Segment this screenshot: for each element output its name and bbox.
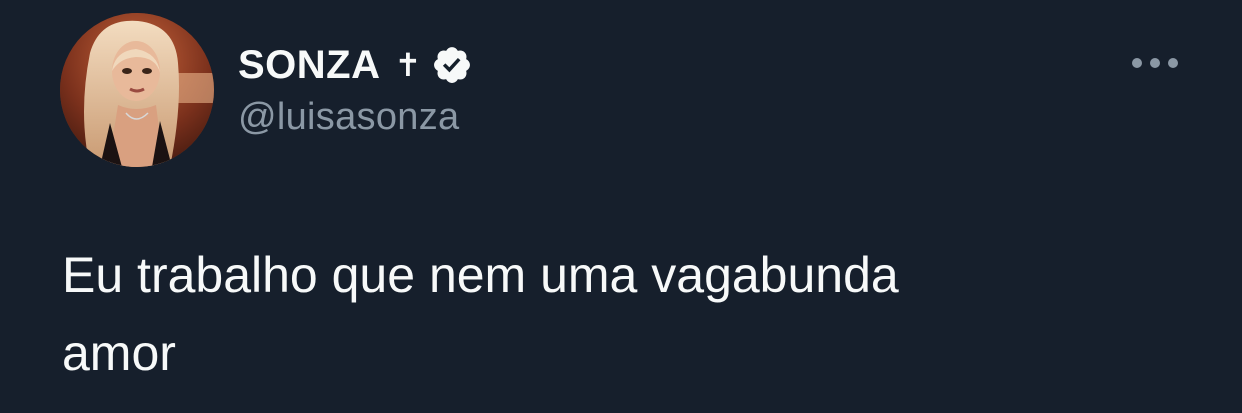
more-options-button[interactable] — [1128, 48, 1182, 78]
cross-emoji-icon: ✝ — [394, 46, 422, 84]
author-avatar[interactable] — [60, 13, 214, 167]
author-handle[interactable]: @luisasonza — [238, 96, 459, 139]
verified-badge-icon — [431, 44, 473, 86]
author-name-row[interactable]: SONZA ✝ — [238, 40, 473, 90]
profile-photo-icon — [60, 13, 214, 167]
tweet-text: Eu trabalho que nem uma vagabunda amor — [62, 247, 899, 381]
ellipsis-icon — [1132, 58, 1178, 68]
author-display-name[interactable]: SONZA — [238, 43, 381, 88]
tweet-card: SONZA ✝ @luisasonza Eu trabalho que nem … — [0, 0, 1242, 413]
